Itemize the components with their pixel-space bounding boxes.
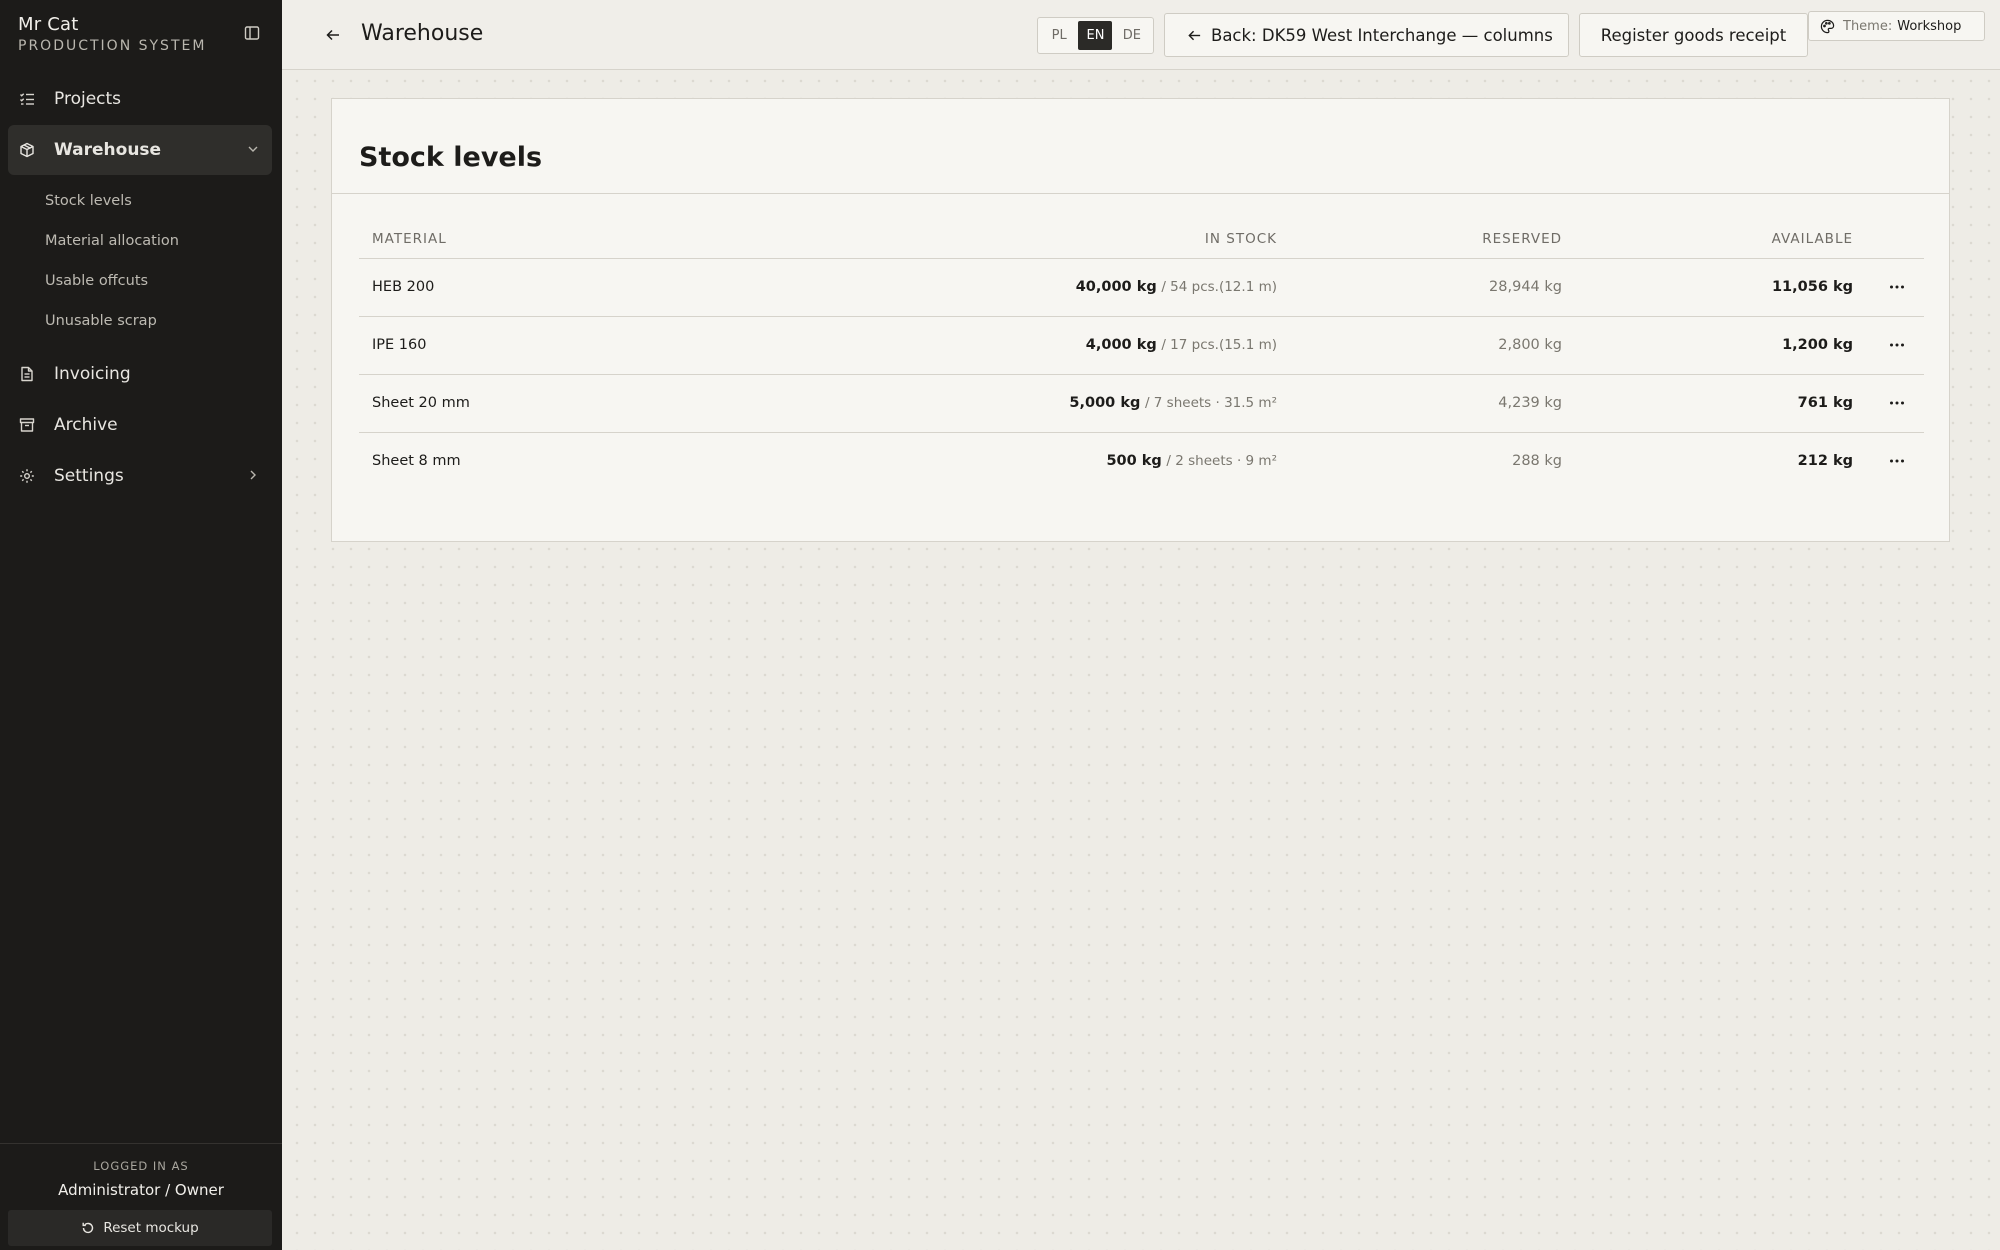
card-divider (332, 193, 1949, 194)
brand-name: Mr Cat (18, 14, 79, 35)
gear-icon (18, 467, 36, 485)
back-arrow-button[interactable] (322, 24, 344, 46)
cell-available: 212 kg (1797, 453, 1853, 469)
chevron-down-icon (248, 146, 258, 152)
archive-icon (18, 416, 36, 434)
stock-levels-card: Stock levels MATERIAL IN STOCK RESERVED … (331, 98, 1950, 542)
logged-in-user: Administrator / Owner (58, 1181, 224, 1199)
card-title: Stock levels (359, 142, 543, 173)
cell-in-stock: 40,000 kg / 54 pcs.(12.1 m) (1076, 279, 1277, 295)
arrow-left-icon (326, 29, 339, 41)
theme-value: Workshop (1897, 18, 1962, 34)
cell-available: 11,056 kg (1771, 279, 1853, 295)
cell-reserved: 2,800 kg (1498, 337, 1562, 353)
cell-material: Sheet 8 mm (372, 453, 461, 469)
col-header-available: AVAILABLE (1771, 231, 1853, 247)
reset-mockup-label: Reset mockup (103, 1220, 199, 1236)
back-to-project-label: Back: DK59 West Interchange — columns (1211, 25, 1553, 45)
arrow-left-icon (1188, 30, 1201, 40)
sidebar-item-warehouse[interactable]: Warehouse (8, 125, 272, 175)
stock-table: MATERIAL IN STOCK RESERVED AVAILABLE HEB… (359, 219, 1924, 491)
stock-weight: 5,000 kg (1069, 395, 1141, 411)
sidebar-item-label: Warehouse (54, 140, 162, 160)
theme-label: Theme: (1843, 18, 1893, 34)
sidebar-item-projects[interactable]: Projects (8, 74, 272, 124)
sidebar-item-archive[interactable]: Archive (8, 400, 272, 450)
list-check-icon (18, 90, 36, 108)
sidebar-footer: LOGGED IN AS Administrator / Owner Reset… (0, 1143, 282, 1250)
table-row: HEB 200 40,000 kg / 54 pcs.(12.1 m) 28,9… (359, 259, 1924, 317)
stock-detail: / 54 pcs.(12.1 m) (1161, 279, 1277, 295)
more-horizontal-icon (1890, 401, 1904, 405)
subnav-item-material-allocation[interactable]: Material allocation (45, 221, 272, 261)
page-title: Warehouse (361, 21, 484, 46)
cell-in-stock: 500 kg / 2 sheets · 9 m² (1106, 453, 1277, 469)
sidebar-toggle-button[interactable] (240, 22, 264, 44)
subnav-item-unusable-scrap[interactable]: Unusable scrap (45, 301, 272, 341)
language-switch: PL EN DE (1037, 17, 1154, 54)
table-row: Sheet 20 mm 5,000 kg / 7 sheets · 31.5 m… (359, 375, 1924, 433)
cell-available: 1,200 kg (1782, 337, 1853, 353)
top-header: Warehouse PL EN DE Back: DK59 West Inter… (282, 0, 2000, 70)
more-horizontal-icon (1890, 343, 1904, 347)
row-actions-button[interactable] (1886, 276, 1908, 298)
cell-reserved: 28,944 kg (1489, 279, 1562, 295)
sidebar-item-label: Invoicing (54, 364, 131, 384)
row-actions-button[interactable] (1886, 334, 1908, 356)
sidebar-nav: Projects Warehouse Stock levels Material… (8, 74, 272, 502)
stock-detail: / 7 sheets · 31.5 m² (1144, 395, 1277, 411)
sidebar-item-invoicing[interactable]: Invoicing (8, 349, 272, 399)
cell-material: IPE 160 (372, 337, 427, 353)
sidebar: Mr Cat PRODUCTION SYSTEM Projects Wareho… (0, 0, 282, 1250)
more-horizontal-icon (1890, 285, 1904, 289)
cell-in-stock: 5,000 kg / 7 sheets · 31.5 m² (1069, 395, 1277, 411)
row-actions-button[interactable] (1886, 392, 1908, 414)
document-icon (18, 365, 36, 383)
stock-weight: 40,000 kg (1075, 279, 1157, 295)
reset-mockup-button[interactable]: Reset mockup (8, 1210, 272, 1246)
sidebar-item-label: Settings (54, 466, 124, 486)
stock-weight: 500 kg (1106, 453, 1162, 469)
cell-reserved: 4,239 kg (1498, 395, 1562, 411)
sidebar-item-label: Archive (54, 415, 118, 435)
logged-in-label: LOGGED IN AS (93, 1159, 189, 1173)
lang-pl-button[interactable]: PL (1042, 21, 1076, 50)
brand: Mr Cat PRODUCTION SYSTEM (18, 14, 206, 54)
stock-detail: / 2 sheets · 9 m² (1166, 453, 1277, 469)
register-goods-receipt-button[interactable]: Register goods receipt (1579, 13, 1808, 57)
brand-subtitle: PRODUCTION SYSTEM (18, 38, 207, 54)
col-header-in-stock: IN STOCK (1204, 231, 1277, 247)
theme-switch-button[interactable]: Theme: Workshop (1808, 11, 1985, 41)
palette-icon (1820, 19, 1835, 33)
chevron-right-icon (250, 470, 256, 480)
cell-material: HEB 200 (372, 279, 435, 295)
sidebar-item-settings[interactable]: Settings (8, 451, 272, 501)
cell-in-stock: 4,000 kg / 17 pcs.(15.1 m) (1086, 337, 1277, 353)
table-row: Sheet 8 mm 500 kg / 2 sheets · 9 m² 288 … (359, 433, 1924, 491)
table-row: IPE 160 4,000 kg / 17 pcs.(15.1 m) 2,800… (359, 317, 1924, 375)
more-horizontal-icon (1890, 459, 1904, 463)
subnav-item-usable-offcuts[interactable]: Usable offcuts (45, 261, 272, 301)
lang-en-button[interactable]: EN (1078, 21, 1113, 50)
subnav-item-stock-levels[interactable]: Stock levels (45, 181, 272, 221)
stock-weight: 4,000 kg (1085, 337, 1157, 353)
col-header-material: MATERIAL (372, 231, 447, 247)
reset-icon (82, 1222, 94, 1234)
cell-reserved: 288 kg (1512, 453, 1562, 469)
lang-de-button[interactable]: DE (1115, 21, 1149, 50)
cell-available: 761 kg (1797, 395, 1853, 411)
cell-material: Sheet 20 mm (372, 395, 470, 411)
table-header: MATERIAL IN STOCK RESERVED AVAILABLE (359, 219, 1924, 259)
warehouse-subnav: Stock levels Material allocation Usable … (8, 181, 272, 341)
package-icon (18, 141, 36, 159)
row-actions-button[interactable] (1886, 450, 1908, 472)
back-to-project-button[interactable]: Back: DK59 West Interchange — columns (1164, 13, 1569, 57)
stock-detail: / 17 pcs.(15.1 m) (1161, 337, 1277, 353)
col-header-reserved: RESERVED (1482, 231, 1562, 247)
sidebar-panel-icon (244, 26, 260, 40)
sidebar-item-label: Projects (54, 89, 122, 109)
